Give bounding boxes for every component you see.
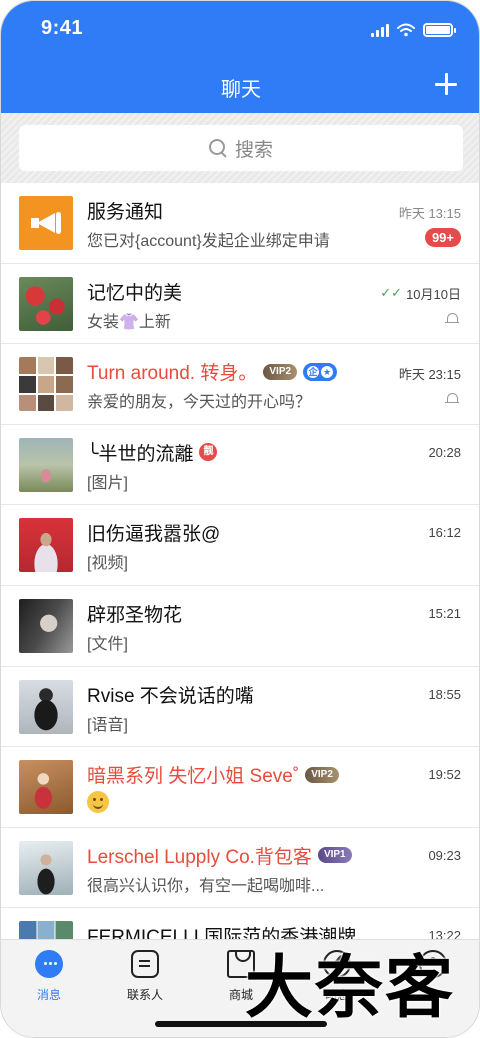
header-bar: 9:41 聊天 [1,1,479,113]
search-icon [208,139,227,157]
conversation-preview [87,791,109,818]
avatar [19,840,73,895]
avatar [19,276,73,331]
conversation-row[interactable]: 旧伤逼我嚣张@ [视频] 16:12 [1,505,479,586]
conversation-row[interactable]: 记忆中的美 女装👚上新 ✓✓ 10月10日 [1,264,479,345]
conversation-preview: [图片] [87,474,128,492]
conversation-row-service[interactable]: 服务通知 您已对{account}发起企业绑定申请 昨天 13:15 99+ [1,183,479,264]
conversation-row[interactable]: FERMICELLI 国际范的香港潮牌 13:22 [1,908,479,939]
conversation-name: ╰半世的流離 靓 [87,439,218,466]
mute-bell-icon [445,312,459,326]
watermark: 大奈客 [245,948,456,1028]
conversation-row[interactable]: Turn around. 转身。 VIP2 企 ★ 亲爱的朋友，今天过的开心吗？ … [1,344,479,425]
signal-icon [371,23,389,37]
conversation-preview: [视频] [87,555,128,573]
battery-icon [423,23,456,37]
conversation-preview: 亲爱的朋友，今天过的开心吗？ [87,394,312,412]
conversation-name: 暗黑系列 失忆小姐 Seve˚ VIP2 [87,761,339,788]
avatar [19,196,73,250]
avatar [19,679,73,734]
conversation-name: Lerschel Lupply Co.背包客 VIP1 [87,842,352,869]
vip-badge: VIP1 [317,847,352,864]
wifi-icon [397,23,415,37]
star-icon: ★ [321,365,334,378]
conversation-time: 昨天 13:15 [398,206,461,221]
conversation-time: ✓✓ 10月10日 [380,285,461,302]
conversation-preview: [语音] [87,716,128,734]
smile-emoji-icon [87,791,109,814]
conversation-row[interactable]: 暗黑系列 失忆小姐 Seve˚ VIP2 19:52 [1,747,479,828]
conversation-time: 19:52 [428,767,461,783]
conversation-name: 记忆中的美 [87,282,183,304]
conversation-preview: 很高兴认识你，有空一起喝咖啡... [87,877,325,895]
contacts-icon [131,950,159,978]
status-time: 9:41 [41,17,84,39]
avatar [19,598,73,653]
avatar [19,357,73,412]
vip-badge: VIP2 [305,766,339,783]
tab-label: 联系人 [126,988,163,1002]
avatar [19,518,73,573]
conversation-time: 18:55 [428,686,461,702]
conversation-time: 16:12 [428,525,461,541]
search-area: 搜索 [1,113,479,183]
vip-badge: VIP2 [263,363,298,380]
conversation-time: 20:28 [428,444,461,460]
mute-bell-icon [445,392,459,406]
conversation-name: Rvise 不会说话的嘴 [87,685,254,707]
conversation-row[interactable]: 辟邪圣物花 [文件] 15:21 [1,586,479,667]
conversation-time: 15:21 [428,605,461,621]
conversation-time: 09:23 [428,847,461,863]
conversation-name: Turn around. 转身。 VIP2 企 ★ [87,358,338,385]
search-input[interactable]: 搜索 [19,125,463,171]
tab-messages[interactable]: 消息 [1,940,97,1037]
read-check-icon: ✓✓ [380,285,403,301]
megaphone-icon [31,210,61,236]
conversation-time: 昨天 23:15 [398,367,461,383]
chat-bubble-icon [35,950,63,978]
conversation-preview: [文件] [87,635,128,653]
conversation-row[interactable]: ╰半世的流離 靓 [图片] 20:28 [1,425,479,506]
conversation-preview: 您已对{account}发起企业绑定申请 [87,233,330,250]
conversation-name: 旧伤逼我嚣张@ [87,524,221,546]
phone-screen: 9:41 聊天 搜索 服务通知 您已对{account}发起企业绑定申请 昨天 … [0,0,480,1038]
conversation-row[interactable]: Lerschel Lupply Co.背包客 VIP1 很高兴认识你，有空一起喝… [1,828,479,909]
avatar [19,760,73,815]
unread-badge: 99+ [424,228,461,247]
conversation-preview: 女装👚上新 [87,313,171,331]
pretty-number-badge: 靓 [199,443,218,462]
avatar [19,437,73,492]
tab-label: 消息 [36,988,61,1002]
conversation-name: 辟邪圣物花 [87,604,183,626]
conversation-list: 服务通知 您已对{account}发起企业绑定申请 昨天 13:15 99+ 记… [1,183,479,939]
home-indicator[interactable] [155,1021,327,1027]
conversation-time: 13:22 [428,928,461,939]
conversation-name: FERMICELLI 国际范的香港潮牌 [87,927,357,939]
conversation-name: 服务通知 [87,202,164,223]
enterprise-badge: 企 ★ [303,362,338,381]
status-icons [371,23,456,37]
add-icon[interactable] [433,71,459,97]
search-placeholder: 搜索 [234,139,273,161]
page-title: 聊天 [221,79,261,101]
conversation-row[interactable]: Rvise 不会说话的嘴 [语音] 18:55 [1,667,479,748]
avatar [19,921,73,939]
